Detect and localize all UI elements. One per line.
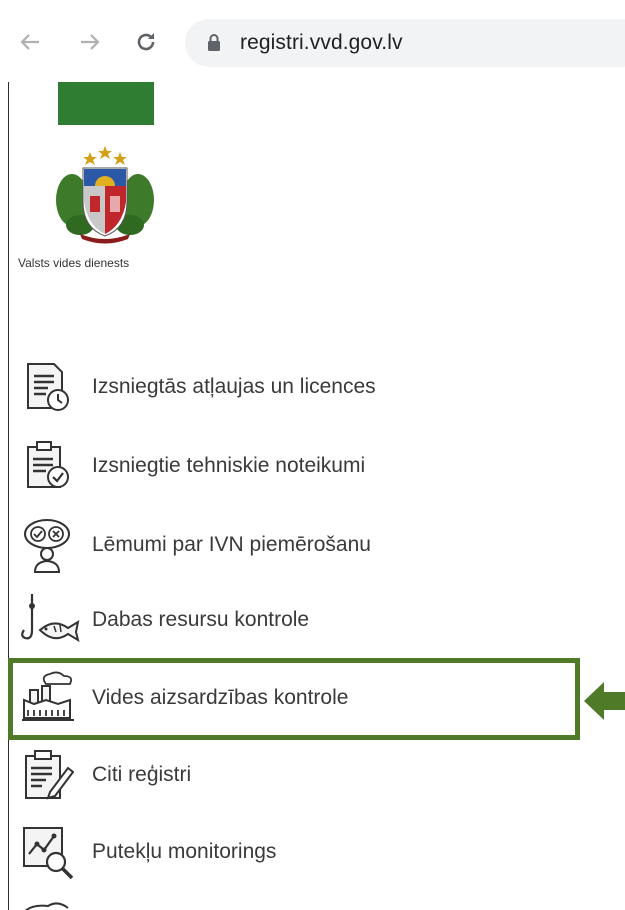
browser-toolbar: registri.vvd.gov.lv (0, 0, 625, 82)
clipboard-check-icon (20, 438, 80, 494)
fishing-hook-fish-icon (20, 592, 80, 648)
page-border (8, 0, 9, 910)
url-text: registri.vvd.gov.lv (240, 31, 403, 54)
menu-label-other-registers: Citi reģistri (92, 763, 192, 786)
permit-document-icon (20, 359, 80, 415)
chart-magnifier-icon (20, 824, 80, 880)
decision-person-icon (20, 517, 80, 573)
menu-item-technical-rules[interactable]: Izsniegtie tehniskie noteikumi (20, 434, 560, 498)
menu-label-natural-resources: Dabas resursu kontrole (92, 608, 310, 631)
org-name: Valsts vides dienests (18, 256, 130, 270)
left-arrow-icon (584, 680, 625, 727)
menu-item-permits[interactable]: Izsniegtās atļaujas un licences (20, 355, 560, 419)
menu-item-dust-monitoring[interactable]: Putekļu monitorings (20, 820, 560, 884)
reload-icon[interactable] (128, 24, 164, 60)
header-green-bar (58, 82, 154, 125)
forward-arrow-icon[interactable] (72, 24, 108, 60)
address-bar[interactable]: registri.vvd.gov.lv (185, 19, 625, 67)
menu-item-ivn-decisions[interactable]: Lēmumi par IVN piemērošanu (20, 513, 560, 577)
back-arrow-icon[interactable] (12, 24, 48, 60)
coat-of-arms-icon[interactable] (50, 140, 160, 250)
menu-label-permits: Izsniegtās atļaujas un licences (92, 375, 376, 398)
menu-item-other-registers[interactable]: Citi reģistri (20, 743, 560, 807)
partial-menu-icon (22, 898, 72, 910)
menu-label-ivn-decisions: Lēmumi par IVN piemērošanu (92, 533, 371, 556)
highlight-box (8, 658, 580, 740)
lock-icon (207, 34, 221, 57)
menu-item-natural-resources[interactable]: Dabas resursu kontrole (20, 588, 560, 652)
document-pen-icon (20, 747, 80, 803)
menu-label-dust-monitoring: Putekļu monitorings (92, 840, 277, 863)
menu-label-technical-rules: Izsniegtie tehniskie noteikumi (92, 454, 366, 477)
